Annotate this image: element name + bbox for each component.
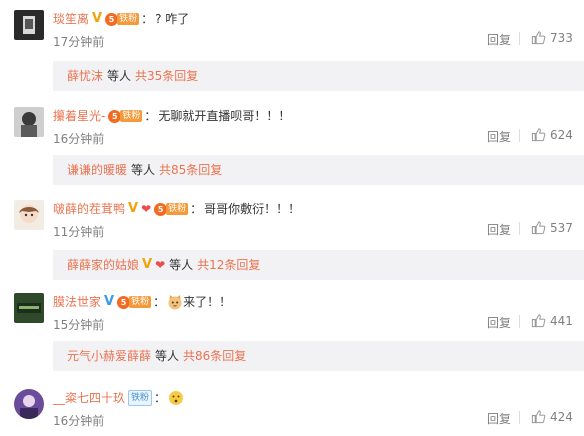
- fan-badge: 铁粉: [128, 390, 153, 406]
- like-button[interactable]: 441: [531, 313, 573, 328]
- thumbs-up-icon: [531, 314, 546, 328]
- like-count: 624: [550, 127, 573, 142]
- username[interactable]: 膜法世家: [53, 293, 101, 311]
- reply-preview-user[interactable]: 薛薛家的姑娘: [67, 250, 139, 280]
- divider: [519, 32, 520, 45]
- avatar[interactable]: [14, 10, 44, 40]
- like-button[interactable]: 733: [531, 30, 573, 45]
- like-count: 733: [550, 30, 573, 45]
- username[interactable]: 琰笙离: [53, 10, 89, 28]
- reply-preview-user[interactable]: 薛忧沫: [67, 61, 103, 91]
- reply-preview-middle: 等人: [107, 69, 132, 83]
- reply-preview[interactable]: 薛薛家的姑娘 V ❤ 等人 共12条回复: [53, 250, 584, 280]
- heart-icon: ❤: [141, 202, 152, 216]
- fan-badge: 5 铁粉: [154, 202, 189, 216]
- username[interactable]: __粢七四十玖: [53, 389, 125, 407]
- comment-time: 16分钟前: [53, 132, 105, 146]
- reply-preview-middle: 等人: [169, 258, 194, 272]
- thumbs-up-icon: [531, 221, 546, 235]
- verified-blue-icon: V: [104, 294, 115, 309]
- divider: [519, 129, 520, 142]
- reply-preview-user[interactable]: 谦谦的暖暖: [67, 155, 127, 185]
- comment-time: 11分钟前: [53, 225, 105, 239]
- comment-time: 16分钟前: [53, 414, 105, 428]
- comment-text: ? 咋了: [155, 12, 190, 26]
- reply-preview-count[interactable]: 共86条回复: [183, 341, 246, 371]
- reply-preview-count[interactable]: 共85条回复: [159, 155, 222, 185]
- like-button[interactable]: 424: [531, 409, 573, 424]
- like-count: 441: [550, 313, 573, 328]
- divider: [519, 411, 520, 424]
- divider: [519, 315, 520, 328]
- thinking-emoji-icon: [168, 390, 184, 406]
- comment-time: 15分钟前: [53, 318, 105, 332]
- thumbs-up-icon: [531, 31, 546, 45]
- reply-preview-middle: 等人: [131, 163, 156, 177]
- comment-text: 无聊就开直播呗哥！！！: [158, 109, 291, 123]
- username[interactable]: 啵薛的茬茸鸭: [53, 200, 125, 218]
- comment-text: 哥哥你敷衍！！！: [204, 202, 301, 216]
- reply-preview[interactable]: 谦谦的暖暖 等人 共85条回复: [53, 155, 584, 185]
- like-button[interactable]: 624: [531, 127, 573, 142]
- reply-preview[interactable]: 元气小赫爱薛薛 等人 共86条回复: [53, 341, 584, 371]
- like-count: 424: [550, 409, 573, 424]
- fan-badge: 5 铁粉: [117, 295, 152, 309]
- thumbs-up-icon: [531, 410, 546, 424]
- like-count: 537: [550, 220, 573, 235]
- reply-preview-middle: 等人: [155, 349, 180, 363]
- comment-text: 来了！！: [183, 295, 232, 309]
- reply-button[interactable]: 回复: [487, 314, 511, 331]
- comment-time: 17分钟前: [53, 35, 105, 49]
- reply-preview-user[interactable]: 元气小赫爱薛薛: [67, 341, 151, 371]
- thumbs-up-icon: [531, 128, 546, 142]
- fan-badge: 5 铁粉: [108, 109, 143, 123]
- heart-icon: ❤: [155, 258, 166, 272]
- verified-gold-icon: V: [142, 257, 153, 272]
- reply-button[interactable]: 回复: [487, 31, 511, 48]
- comment-list: 琰笙离 V 5 铁粉 ： ? 咋了 17分钟前 回复 733 薛忧沫 等人 共35…: [0, 0, 584, 436]
- avatar[interactable]: [14, 293, 44, 323]
- reply-preview-count[interactable]: 共35条回复: [135, 61, 198, 91]
- verified-gold-icon: V: [92, 11, 103, 26]
- reply-preview[interactable]: 薛忧沫 等人 共35条回复: [53, 61, 584, 91]
- reply-preview-count[interactable]: 共12条回复: [197, 250, 260, 280]
- reply-button[interactable]: 回复: [487, 410, 511, 427]
- cat-emoji-icon: [167, 294, 183, 310]
- avatar[interactable]: [14, 200, 44, 230]
- avatar[interactable]: [14, 107, 44, 137]
- reply-button[interactable]: 回复: [487, 221, 511, 238]
- reply-button[interactable]: 回复: [487, 128, 511, 145]
- like-button[interactable]: 537: [531, 220, 573, 235]
- avatar[interactable]: [14, 389, 44, 419]
- divider: [519, 222, 520, 235]
- username[interactable]: 攥着星光-: [53, 107, 105, 125]
- fan-badge: 5 铁粉: [105, 12, 140, 26]
- verified-gold-icon: V: [128, 201, 139, 216]
